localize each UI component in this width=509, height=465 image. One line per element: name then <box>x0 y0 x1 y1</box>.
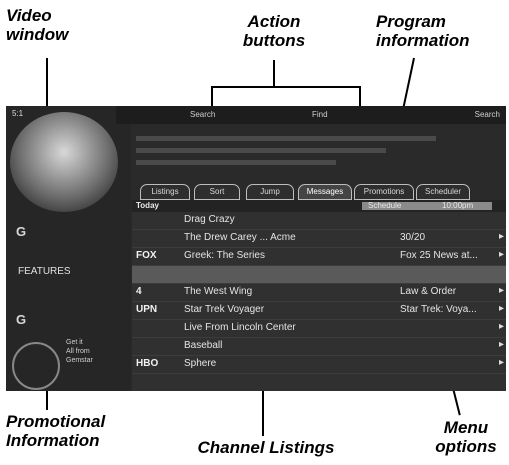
row-arrow-icon: ▸ <box>498 303 504 314</box>
listing-row[interactable]: Drag Crazy <box>132 212 506 230</box>
tab-jump[interactable]: Jump <box>246 184 294 200</box>
program-title: Live From Lincoln Center <box>184 322 296 333</box>
callout-program-information: Program information <box>376 12 470 50</box>
row-arrow-icon: ▸ <box>498 339 504 350</box>
action-button-search-right[interactable]: Search <box>475 110 500 119</box>
leader-action-right <box>359 86 361 106</box>
video-window[interactable] <box>10 112 118 212</box>
next-program: Star Trek: Voya... <box>400 304 477 315</box>
listing-row[interactable]: Baseball ▸ <box>132 338 506 356</box>
next-program: Law & Order <box>400 286 457 297</box>
clock: 5:1 <box>12 109 24 118</box>
time-slot-b: 10:00pm <box>442 201 474 210</box>
channel-label: HBO <box>136 358 159 369</box>
tab-messages[interactable]: Messages <box>298 184 352 200</box>
action-button-search[interactable]: Search <box>190 110 215 119</box>
row-arrow-icon: ▸ <box>498 285 504 296</box>
program-title: Baseball <box>184 340 223 351</box>
callout-promotional-information: Promotional Information <box>6 412 106 450</box>
program-information <box>136 126 502 174</box>
features-label[interactable]: FEATURES <box>18 266 71 277</box>
menu-tabs: Listings Sort Jump Messages Promotions S… <box>138 184 506 200</box>
listing-row[interactable]: UPN Star Trek Voyager Star Trek: Voya...… <box>132 302 506 320</box>
channel-listings: Today Schedule 10:00pm Drag Crazy The Dr… <box>132 200 506 391</box>
program-title: Drag Crazy <box>184 214 235 225</box>
program-title: The West Wing <box>184 286 253 297</box>
callout-menu-options: Menu options <box>435 418 497 456</box>
action-button-find[interactable]: Find <box>312 110 328 119</box>
program-title: The Drew Carey ... Acme <box>184 232 296 243</box>
callout-channel-listings: Channel Listings <box>197 438 335 457</box>
time-slot-a: Schedule <box>368 201 402 210</box>
program-title: Greek: The Series <box>184 250 265 261</box>
listing-row[interactable]: Live From Lincoln Center ▸ <box>132 320 506 338</box>
time-header: Today Schedule 10:00pm <box>132 200 506 212</box>
program-title: Sphere <box>184 358 217 369</box>
row-arrow-icon: ▸ <box>498 357 504 368</box>
leader-action-left <box>211 86 213 106</box>
row-arrow-icon: ▸ <box>498 249 504 260</box>
channel-label: 4 <box>136 286 142 297</box>
promo-dial-icon <box>12 342 60 390</box>
channel-label: FOX <box>136 250 157 261</box>
listing-row[interactable]: HBO Sphere ▸ <box>132 356 506 374</box>
leader-menu <box>452 387 461 416</box>
channel-label: UPN <box>136 304 158 315</box>
row-arrow-icon: ▸ <box>498 321 504 332</box>
action-bar: Search Find Search <box>116 106 506 124</box>
promo-text[interactable]: Get it All from Gemstar <box>66 338 93 365</box>
guide-screen: G FEATURES G Get it All from Gemstar 5:1… <box>6 106 506 391</box>
tab-sort[interactable]: Sort <box>194 184 240 200</box>
callout-action-buttons: Action buttons <box>242 12 306 50</box>
tab-scheduler[interactable]: Scheduler <box>416 184 470 200</box>
leader-action-stem <box>273 60 275 86</box>
next-program: Fox 25 News at... <box>400 250 478 261</box>
left-panel: G FEATURES G Get it All from Gemstar <box>6 106 131 391</box>
gemstar-logo-bottom: G <box>16 312 27 327</box>
gemstar-logo-top: G <box>16 224 27 239</box>
listing-row[interactable]: The Drew Carey ... Acme 30/20 ▸ <box>132 230 506 248</box>
tab-listings[interactable]: Listings <box>140 184 190 200</box>
tab-promotions[interactable]: Promotions <box>354 184 414 200</box>
leader-channel <box>262 388 264 436</box>
row-arrow-icon: ▸ <box>498 231 504 242</box>
day-label: Today <box>136 201 159 210</box>
callout-video-window: Video window <box>6 6 69 44</box>
listing-row[interactable]: 4 The West Wing Law & Order ▸ <box>132 284 506 302</box>
next-program: 30/20 <box>400 232 426 243</box>
leader-action-bracket <box>211 86 361 88</box>
listing-row-highlighted[interactable] <box>132 266 506 284</box>
listing-row[interactable]: FOX Greek: The Series Fox 25 News at... … <box>132 248 506 266</box>
program-title: Star Trek Voyager <box>184 304 265 315</box>
